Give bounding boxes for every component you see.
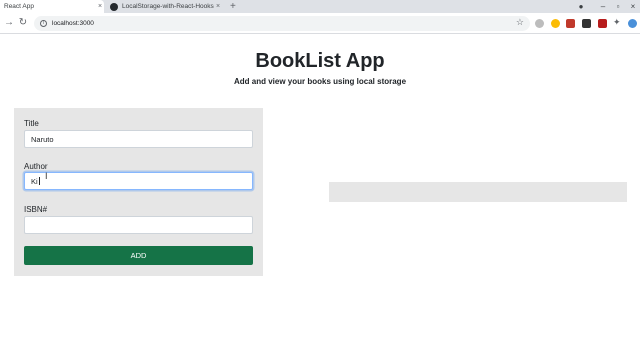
text-cursor-icon: I: [45, 171, 48, 181]
close-window-button[interactable]: ×: [626, 0, 640, 13]
maximize-button[interactable]: ▫: [611, 0, 625, 13]
reload-icon[interactable]: ↻: [16, 16, 30, 30]
site-info-icon[interactable]: i: [40, 20, 47, 27]
author-input[interactable]: Ki: [24, 172, 253, 190]
book-form: Title Naruto Author Ki ISBN# ADD: [14, 108, 263, 276]
cloud-extension-icon[interactable]: [535, 19, 544, 28]
avatar[interactable]: [628, 19, 637, 28]
tab-close-icon[interactable]: ×: [214, 3, 222, 10]
isbn-input[interactable]: [24, 216, 253, 234]
tab-close-icon[interactable]: ×: [96, 3, 104, 10]
github-icon: [110, 2, 118, 11]
page-subtitle: Add and view your books using local stor…: [233, 77, 407, 86]
tab-github-repo[interactable]: LocalStorage-with-React-Hooks ×: [106, 0, 222, 13]
extension-icon[interactable]: [598, 19, 607, 28]
back-icon[interactable]: →: [2, 16, 16, 30]
url-text: localhost:3000: [52, 20, 94, 27]
tab-react-app[interactable]: React App ×: [0, 0, 104, 13]
tab-title: React App: [4, 3, 34, 10]
author-input-value: Ki: [31, 176, 38, 186]
address-bar[interactable]: i localhost:3000 ☆: [34, 16, 530, 31]
text-caret: [38, 177, 40, 185]
title-input[interactable]: Naruto: [24, 130, 253, 148]
new-tab-button[interactable]: +: [230, 0, 236, 13]
browser-toolbar: → ↻ i localhost:3000 ☆ ✦: [0, 13, 640, 34]
profile-icon[interactable]: ●: [574, 0, 588, 13]
chrome-extension-icon[interactable]: [551, 19, 560, 28]
title-label: Title: [24, 119, 39, 128]
extension-icon[interactable]: [566, 19, 575, 28]
isbn-label: ISBN#: [24, 205, 48, 214]
bookmark-star-icon[interactable]: ☆: [516, 17, 524, 28]
extension-icon[interactable]: [582, 19, 591, 28]
minimize-button[interactable]: –: [596, 0, 610, 13]
title-input-value: Naruto: [31, 134, 54, 144]
puzzle-icon[interactable]: ✦: [613, 18, 622, 27]
tab-title: LocalStorage-with-React-Hooks: [122, 3, 214, 10]
book-list-area: [329, 182, 627, 202]
browser-tab-strip: React App × LocalStorage-with-React-Hook…: [0, 0, 640, 13]
add-button[interactable]: ADD: [24, 246, 253, 265]
author-label: Author: [24, 162, 48, 171]
page-title: BookList App: [255, 50, 385, 72]
